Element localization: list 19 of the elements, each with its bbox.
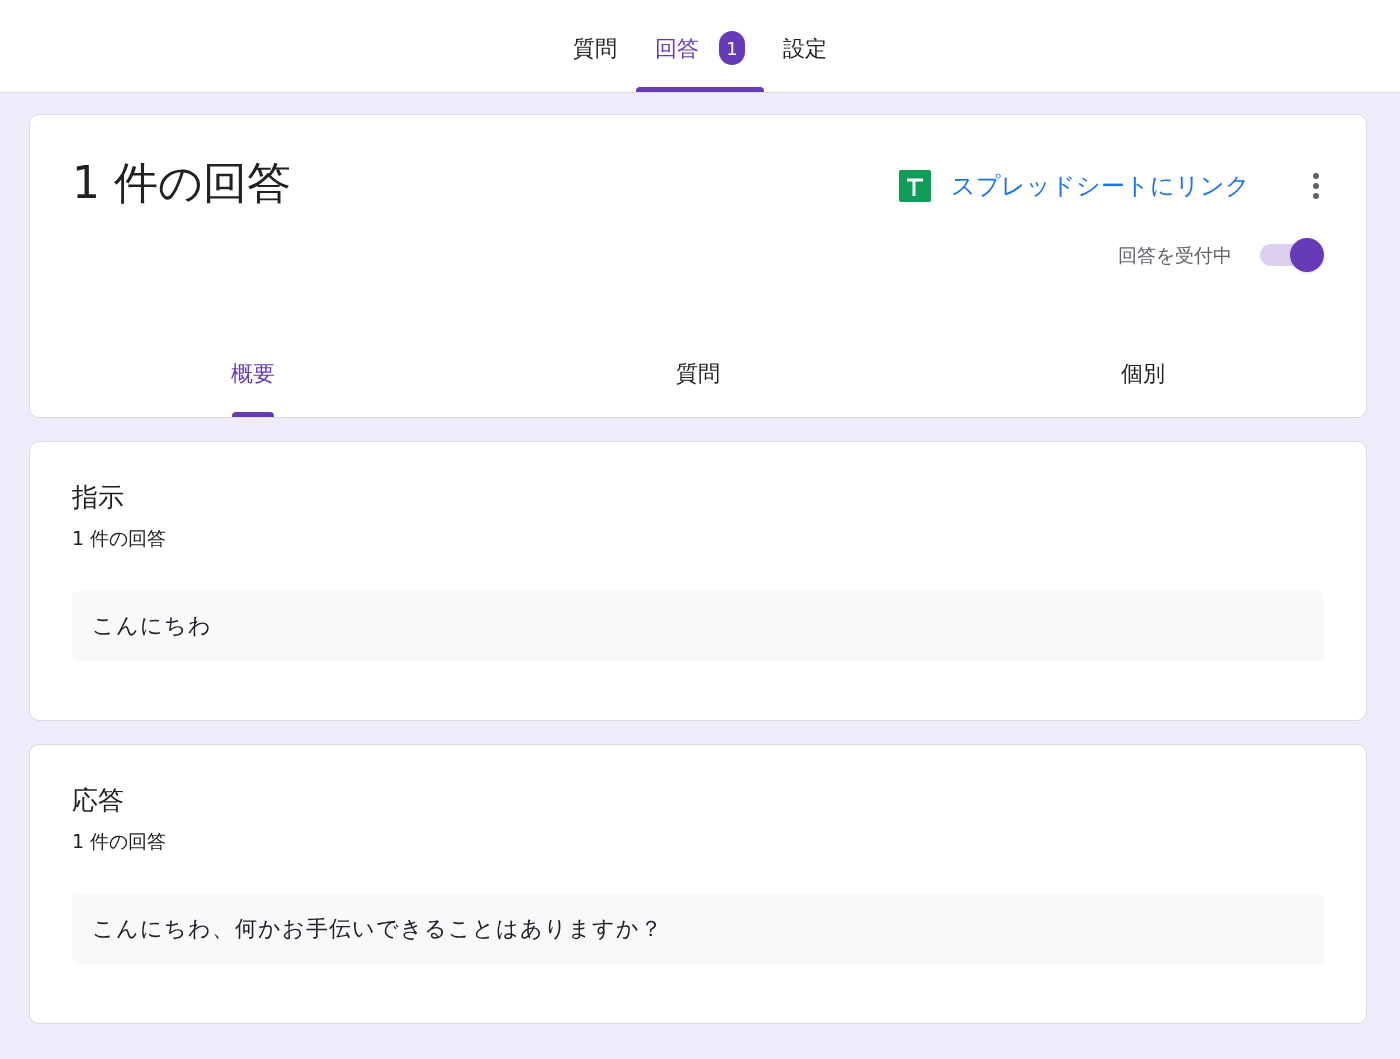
accepting-label: 回答を受付中 bbox=[1118, 242, 1232, 268]
response-count: 1 件の回答 bbox=[72, 526, 168, 551]
answer-text: こんにちわ、何かお手伝いできることはありますか？ bbox=[72, 893, 1324, 964]
count-badge: 1 bbox=[719, 31, 745, 65]
tab[interactable]: 概要 bbox=[30, 341, 476, 417]
question-title: 指示 bbox=[72, 481, 125, 514]
response-count-title: 1 件の回答 bbox=[72, 156, 291, 210]
tab-indicator bbox=[231, 412, 274, 417]
answer-text: こんにちわ bbox=[72, 590, 1324, 661]
tab[interactable]: 設定 bbox=[764, 0, 846, 92]
spreadsheet-icon bbox=[899, 170, 931, 202]
tab[interactable]: 質問 bbox=[475, 341, 921, 417]
tab[interactable]: 個別 bbox=[920, 341, 1366, 417]
tab[interactable]: 質問 bbox=[554, 0, 636, 92]
question-title: 応答 bbox=[72, 784, 125, 817]
accepting-toggle[interactable] bbox=[1260, 237, 1324, 273]
spreadsheet-link[interactable]: スプレッドシートにリンク bbox=[951, 168, 1250, 204]
tab[interactable]: 回答 1 bbox=[636, 0, 764, 92]
response-count: 1 件の回答 bbox=[72, 829, 168, 854]
